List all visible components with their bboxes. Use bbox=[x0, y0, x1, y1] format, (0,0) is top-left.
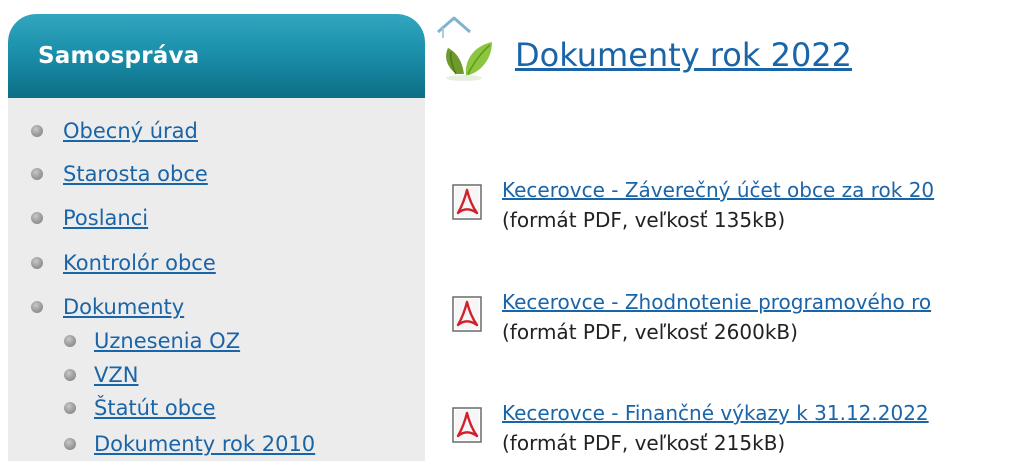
sidebar-header: Samospráva bbox=[8, 14, 425, 98]
bullet-icon bbox=[64, 335, 76, 347]
sidebar-item-label[interactable]: Poslanci bbox=[63, 206, 148, 230]
sidebar-item-label[interactable]: Starosta obce bbox=[63, 162, 208, 186]
pdf-icon[interactable] bbox=[452, 184, 482, 220]
sidebar-item-poslanci[interactable]: Poslanci bbox=[31, 206, 148, 230]
sidebar-title: Samospráva bbox=[38, 43, 200, 69]
sidebar-item-label[interactable]: Dokumenty bbox=[63, 295, 184, 319]
sidebar-subitem-label[interactable]: Dokumenty rok 2010 bbox=[94, 432, 315, 456]
document-item: Kecerovce - Zhodnotenie programového ro … bbox=[452, 290, 1009, 354]
document-link[interactable]: Kecerovce - Záverečný účet obce za rok 2… bbox=[502, 178, 934, 202]
house-leaf-logo-icon bbox=[437, 16, 492, 81]
sidebar-item-starosta-obce[interactable]: Starosta obce bbox=[31, 162, 208, 186]
sidebar-subitem-statut-obce[interactable]: Štatút obce bbox=[64, 396, 216, 420]
sidebar-item-obecny-urad[interactable]: Obecný úrad bbox=[31, 119, 198, 143]
bullet-icon bbox=[31, 257, 43, 269]
bullet-icon bbox=[31, 301, 43, 313]
sidebar-item-label[interactable]: Kontrolór obce bbox=[63, 251, 216, 275]
sidebar-item-label[interactable]: Obecný úrad bbox=[63, 119, 198, 143]
page-title[interactable]: Dokumenty rok 2022 bbox=[515, 36, 852, 74]
bullet-icon bbox=[64, 438, 76, 450]
document-meta: (formát PDF, veľkosť 2600kB) bbox=[502, 320, 798, 344]
document-meta: (formát PDF, veľkosť 135kB) bbox=[502, 208, 786, 232]
sidebar-subitem-vzn[interactable]: VZN bbox=[64, 363, 138, 387]
document-meta: (formát PDF, veľkosť 215kB) bbox=[502, 431, 786, 455]
sidebar-subitem-uznesenia-oz[interactable]: Uznesenia OZ bbox=[64, 329, 240, 353]
sidebar-item-kontrolor-obce[interactable]: Kontrolór obce bbox=[31, 251, 216, 275]
sidebar-subitem-label[interactable]: VZN bbox=[94, 363, 138, 387]
bullet-icon bbox=[64, 369, 76, 381]
main-content: Dokumenty rok 2022 Kecerovce - Záverečný… bbox=[432, 0, 1009, 461]
document-link[interactable]: Kecerovce - Finančné výkazy k 31.12.2022 bbox=[502, 401, 929, 425]
bullet-icon bbox=[31, 125, 43, 137]
pdf-icon[interactable] bbox=[452, 407, 482, 443]
bullet-icon bbox=[31, 168, 43, 180]
document-link[interactable]: Kecerovce - Zhodnotenie programového ro bbox=[502, 290, 931, 314]
bullet-icon bbox=[31, 212, 43, 224]
sidebar-subitem-label[interactable]: Štatút obce bbox=[94, 396, 216, 420]
sidebar-item-dokumenty[interactable]: Dokumenty bbox=[31, 295, 184, 319]
sidebar-subitem-label[interactable]: Uznesenia OZ bbox=[94, 329, 240, 353]
pdf-icon[interactable] bbox=[452, 296, 482, 332]
sidebar: Samospráva Obecný úrad Starosta obce Pos… bbox=[8, 14, 425, 461]
page: Samospráva Obecný úrad Starosta obce Pos… bbox=[0, 0, 1009, 461]
sidebar-subitem-dokumenty-rok-2010[interactable]: Dokumenty rok 2010 bbox=[64, 432, 315, 456]
bullet-icon bbox=[64, 402, 76, 414]
document-item: Kecerovce - Finančné výkazy k 31.12.2022… bbox=[452, 401, 1009, 461]
document-item: Kecerovce - Záverečný účet obce za rok 2… bbox=[452, 178, 1009, 242]
